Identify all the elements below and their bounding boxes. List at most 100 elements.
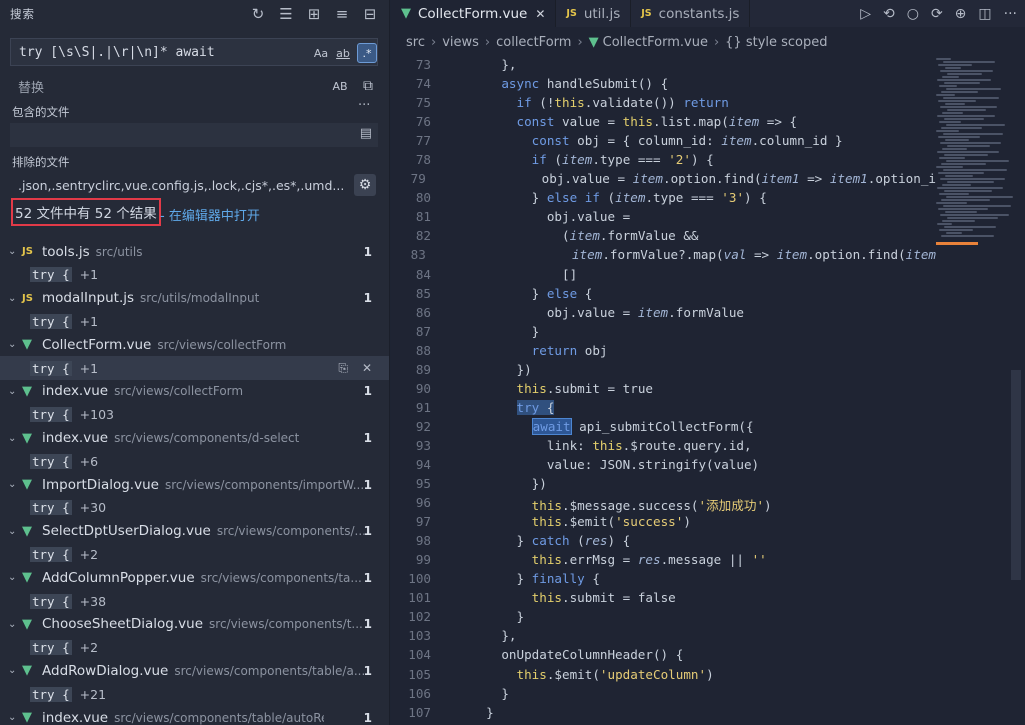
line-number: 90 (415, 380, 431, 396)
chevron-down-icon[interactable]: ⌄ (8, 386, 22, 397)
go-forward-icon[interactable]: ⟳ (931, 6, 943, 22)
code-line: 102 } (391, 609, 936, 628)
more-actions-icon[interactable]: ··· (1004, 6, 1017, 22)
js-file-icon: JS (641, 8, 652, 19)
result-file-path: src/views/components/ta... (200, 570, 362, 585)
chevron-down-icon[interactable]: ⌄ (8, 339, 22, 350)
result-match-row[interactable]: try {+6 (0, 450, 389, 473)
editor-area: ▼ CollectForm.vue ✕ JS util.js JS constants.js… (391, 0, 1025, 725)
minimap[interactable] (936, 57, 1013, 317)
open-in-editor-link[interactable]: - 在编辑器中打开 (160, 205, 260, 224)
dismiss-icon[interactable]: ✕ (362, 361, 372, 376)
result-match-row[interactable]: try {+1 (0, 310, 389, 333)
minimap-line (945, 211, 977, 213)
more-options-icon[interactable]: ··· (358, 98, 370, 113)
result-match-row[interactable]: try {+1 ⎘ ✕ (0, 356, 389, 380)
result-file-row[interactable]: ⌄ ▼ SelectDptUserDialog.vue src/views/compo… (0, 520, 389, 543)
result-file-row[interactable]: ⌄ ▼ index.vue src/views/components/table/au… (0, 706, 389, 725)
result-file-row[interactable]: ⌄ ▼ AddColumnPopper.vue src/views/component… (0, 566, 389, 589)
tab-util-js[interactable]: JS util.js (556, 0, 632, 27)
result-file-name: AddColumnPopper.vue (42, 569, 195, 586)
minimap-line (936, 94, 955, 96)
result-file-row[interactable]: ⌄ JS modalInput.js src/utils/modalInput 1 (0, 287, 389, 310)
breadcrumb-item[interactable]: {} style scoped (725, 35, 827, 50)
code-line: 80 } else if (item.type === '3') { (391, 190, 936, 209)
chevron-down-icon[interactable]: ⌄ (8, 712, 22, 723)
breadcrumb-item[interactable]: collectForm (496, 35, 571, 50)
result-match-row[interactable]: try {+2 (0, 543, 389, 566)
breadcrumb-item[interactable]: views (442, 35, 479, 50)
replace-input[interactable]: 替换 AB ⧉ (10, 72, 378, 100)
code-line: 89 }) (391, 362, 936, 381)
split-editor-icon[interactable]: ◫ (978, 6, 991, 22)
chevron-down-icon[interactable]: ⌄ (8, 619, 22, 630)
collapse-all-icon[interactable]: ⊟ (361, 5, 379, 23)
vue-file-icon: ▼ (22, 710, 32, 725)
include-files-input[interactable]: ▤ (10, 123, 378, 147)
result-match-row[interactable]: try {+21 (0, 683, 389, 706)
tab-collectform-vue[interactable]: ▼ CollectForm.vue ✕ (391, 0, 557, 27)
result-file-row[interactable]: ⌄ JS tools.js src/utils 1 (0, 240, 389, 263)
go-back-icon[interactable]: ⟲ (883, 6, 895, 22)
chevron-down-icon[interactable]: ⌄ (8, 665, 22, 676)
new-search-editor-icon[interactable]: ⊞ (305, 5, 323, 23)
code-line: 87 } (391, 324, 936, 343)
result-count-badge: 1 (363, 617, 372, 632)
minimap-line (947, 109, 986, 111)
clear-results-icon[interactable]: ☰ (277, 5, 295, 23)
preserve-case-toggle[interactable]: AB (330, 76, 350, 96)
breadcrumb-separator-icon: › (713, 34, 720, 50)
replace-icon[interactable]: ⎘ (338, 361, 348, 376)
result-file-row[interactable]: ⌄ ▼ ImportDialog.vue src/views/components/i… (0, 473, 389, 496)
use-regex-toggle[interactable]: .* (357, 43, 377, 63)
circle-icon[interactable]: ○ (907, 6, 919, 22)
view-as-tree-icon[interactable]: ≡ (333, 5, 351, 23)
chevron-down-icon[interactable]: ⌄ (8, 479, 22, 490)
code-line: 81 obj.value = (391, 209, 936, 228)
match-text: try { (30, 500, 72, 516)
chevron-down-icon[interactable]: ⌄ (8, 526, 22, 537)
scrollbar-thumb[interactable] (1011, 370, 1021, 580)
result-file-row[interactable]: ⌄ ▼ CollectForm.vue src/views/collectForm (0, 333, 389, 356)
result-match-row[interactable]: try {+1 (0, 263, 389, 286)
chevron-down-icon[interactable]: ⌄ (8, 433, 22, 444)
result-file-row[interactable]: ⌄ ▼ AddRowDialog.vue src/views/components/t… (0, 659, 389, 682)
code-line: 105 this.$emit('updateColumn') (391, 667, 936, 686)
git-compare-icon[interactable]: ⊕ (955, 6, 967, 22)
close-icon[interactable]: ✕ (535, 7, 545, 21)
tab-constants-js[interactable]: JS constants.js (631, 0, 751, 27)
match-case-toggle[interactable]: Aa (311, 43, 331, 63)
chevron-down-icon[interactable]: ⌄ (8, 293, 22, 304)
settings-gear-icon[interactable]: ⚙ (354, 174, 376, 196)
match-whole-word-toggle[interactable]: ab (333, 43, 353, 63)
result-file-row[interactable]: ⌄ ▼ ChooseSheetDialog.vue src/views/compone… (0, 613, 389, 636)
result-match-row[interactable]: try {+103 (0, 403, 389, 426)
chevron-down-icon[interactable]: ⌄ (8, 572, 22, 583)
result-match-row[interactable]: try {+38 (0, 589, 389, 612)
minimap-line (944, 226, 996, 228)
minimap-line (941, 127, 982, 129)
breadcrumb-item[interactable]: CollectForm.vue (603, 35, 708, 50)
exclude-files-input[interactable]: .json,.sentryclirc,vue.config.js,.lock,.… (18, 178, 352, 193)
run-icon[interactable]: ▷ (860, 6, 871, 22)
breadcrumb-item[interactable]: src (406, 35, 425, 50)
result-count-badge: 1 (363, 244, 372, 259)
chevron-down-icon[interactable]: ⌄ (8, 246, 22, 257)
result-match-row[interactable]: try {+30 (0, 496, 389, 519)
search-input[interactable]: try [\s\S|.|\r|\n]* await Aa ab .* (10, 38, 378, 66)
code-line: 88 return obj (391, 343, 936, 362)
code-line-text: const value = this.list.map(item => { (516, 114, 798, 130)
result-match-row[interactable]: try {+2 (0, 636, 389, 659)
result-file-row[interactable]: ⌄ ▼ index.vue src/views/components/d-select… (0, 426, 389, 449)
match-text: try { (30, 593, 72, 609)
replace-all-icon[interactable]: ⧉ (358, 76, 378, 96)
code-view[interactable]: 73 }, 74 async handleSubmit() {75 if (!th… (391, 57, 936, 724)
minimap-line (942, 112, 963, 114)
minimap-line (939, 121, 961, 123)
book-icon[interactable]: ▤ (360, 126, 372, 141)
result-file-row[interactable]: ⌄ ▼ index.vue src/views/collectForm 1 (0, 380, 389, 403)
minimap-line (937, 223, 952, 225)
open-in-editor-sep: - (160, 209, 169, 224)
line-number: 86 (415, 304, 431, 320)
refresh-icon[interactable]: ↻ (249, 5, 267, 23)
